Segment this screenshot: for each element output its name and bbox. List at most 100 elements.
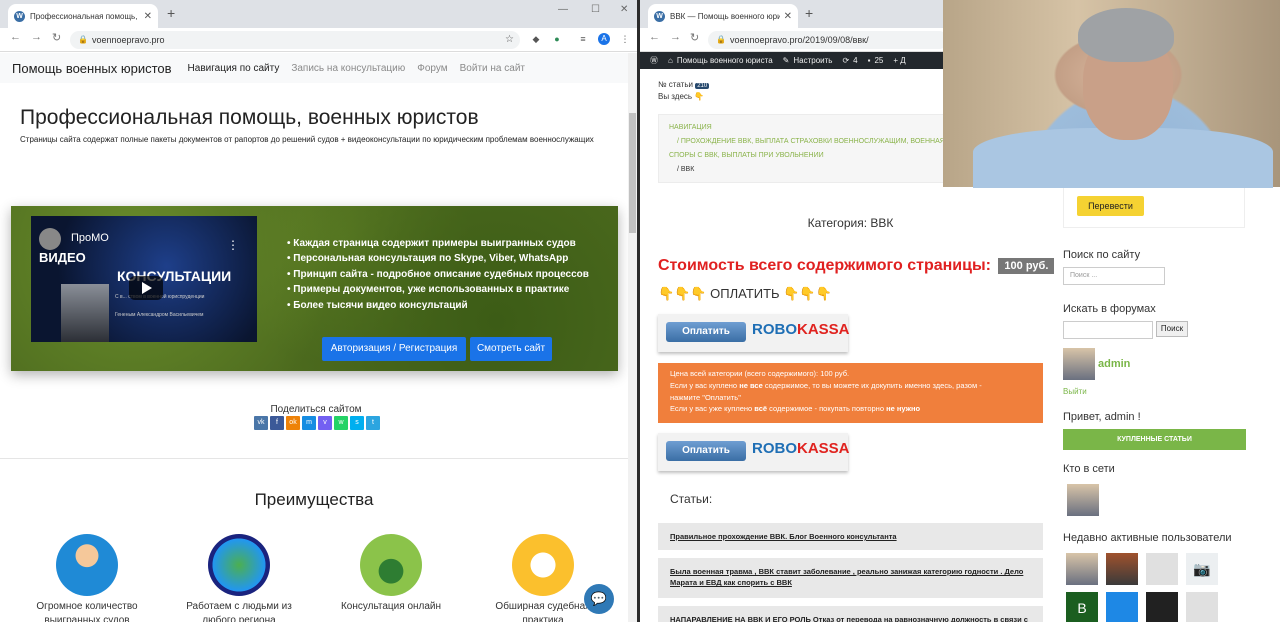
recent-user-avatar[interactable]	[1146, 592, 1178, 622]
odnoklassniki-icon[interactable]: ok	[286, 416, 300, 430]
article-number-label: № статьи	[658, 80, 693, 89]
new-tab-icon[interactable]: +	[167, 5, 175, 21]
close-tab-icon[interactable]: ✕	[144, 11, 152, 22]
wordpress-icon: W	[654, 10, 665, 22]
playlist-icon[interactable]: ≡	[577, 33, 589, 45]
notice-text: всё	[754, 404, 768, 414]
scrollbar-thumb[interactable]	[629, 113, 636, 233]
minimize-icon[interactable]: —	[558, 4, 568, 15]
new-tab-icon[interactable]: +	[805, 5, 813, 21]
wordpress-logo-icon[interactable]: Ⓦ	[650, 55, 658, 66]
hero-section: Профессиональная помощь, военных юристов…	[0, 84, 628, 192]
viber-icon[interactable]: v	[318, 416, 332, 430]
article-link[interactable]: Правильное прохождение ВВК. Блог Военног…	[658, 523, 1043, 550]
you-are-here: Вы здесь 👇	[658, 92, 705, 101]
mail-ru-icon[interactable]: m	[302, 416, 316, 430]
nav-link-login[interactable]: Войти на сайт	[460, 63, 525, 74]
browser-tab[interactable]: W Профессиональная помощь, в... ✕	[8, 4, 158, 28]
facebook-icon[interactable]: f	[270, 416, 284, 430]
url-field[interactable]: 🔒 voennoepravo.pro ☆	[70, 31, 520, 49]
recent-user-avatar[interactable]	[1066, 553, 1098, 585]
translate-button[interactable]: Перевести	[1077, 196, 1144, 216]
close-window-icon[interactable]: ✕	[620, 4, 628, 15]
breadcrumb-item[interactable]: / ПРОХОЖДЕНИЕ ВВК, ВЫПЛАТА СТРАХОВКИ ВОЕ…	[669, 135, 956, 149]
back-icon[interactable]: ←	[649, 31, 660, 43]
url-field[interactable]: 🔒 voennoepravo.pro/2019/09/08/ввк/	[708, 31, 948, 49]
camera-icon[interactable]: 📷	[1186, 553, 1218, 585]
breadcrumb-item[interactable]: СПОРЫ С ВВК, ВЫПЛАТЫ ПРИ УВОЛЬНЕНИИ	[669, 149, 937, 163]
forum-search-input[interactable]	[1063, 321, 1153, 339]
video-player[interactable]: ПроМО ⋮ ВИДЕО КОНСУЛЬТАЦИИ С в... ством …	[31, 216, 257, 342]
search-title: Поиск по сайту	[1063, 249, 1141, 261]
telegram-icon[interactable]: t	[366, 416, 380, 430]
updates-count[interactable]: 4	[853, 56, 857, 65]
brush-icon: ✎	[782, 56, 790, 65]
scrollbar[interactable]	[628, 53, 637, 622]
forward-icon[interactable]: →	[31, 31, 42, 43]
browser-tab[interactable]: W ВВК — Помощь военного юрис... ✕	[648, 4, 798, 28]
auth-register-button[interactable]: Авторизация / Регистрация	[322, 337, 466, 361]
nav-link-booking[interactable]: Запись на консультацию	[291, 63, 405, 74]
robokassa-logo: ROBOKASSA	[752, 321, 850, 338]
pay-button[interactable]: Оплатить	[666, 441, 746, 461]
bought-articles-button[interactable]: КУПЛЕННЫЕ СТАТЬИ	[1063, 429, 1246, 450]
user-name[interactable]: admin	[1098, 358, 1130, 370]
play-icon[interactable]	[129, 276, 163, 300]
forward-icon[interactable]: →	[670, 31, 681, 43]
reload-icon[interactable]: ↻	[52, 31, 61, 44]
star-icon[interactable]: ☆	[505, 31, 514, 49]
forum-search-button[interactable]: Поиск	[1156, 321, 1188, 337]
recent-user-avatar[interactable]	[1186, 592, 1218, 622]
vk-icon[interactable]: vk	[254, 416, 268, 430]
tab-bar: W Профессиональная помощь, в... ✕ + — ☐ …	[0, 0, 637, 28]
reload-icon[interactable]: ↻	[690, 31, 699, 44]
skype-icon[interactable]: s	[350, 416, 364, 430]
video-presenter-photo	[61, 284, 109, 342]
price-line: Стоимость всего содержимого страницы: 10…	[658, 257, 1055, 275]
breadcrumb-title[interactable]: НАВИГАЦИЯ	[669, 121, 937, 135]
recent-user-avatar[interactable]	[1146, 553, 1178, 585]
view-site-button[interactable]: Смотреть сайт	[470, 337, 552, 361]
recent-user-avatar[interactable]: B	[1066, 592, 1098, 622]
customize-link[interactable]: Настроить	[793, 56, 832, 65]
notice-line: Если у вас куплено не все содержимое, то…	[670, 380, 1031, 392]
webcam-hair	[1078, 8, 1174, 62]
site-navbar: Помощь военных юристов Навигация по сайт…	[0, 53, 628, 83]
video-menu-icon[interactable]: ⋮	[227, 238, 239, 252]
notice-text: не все	[739, 380, 763, 390]
tab-title: ВВК — Помощь военного юрис...	[670, 11, 780, 21]
nav-link-forum[interactable]: Форум	[417, 63, 447, 74]
nav-link-navigation[interactable]: Навигация по сайту	[188, 63, 280, 74]
extension-icon[interactable]: ◆	[530, 33, 542, 45]
maximize-icon[interactable]: ☐	[591, 4, 600, 15]
document-icon	[512, 534, 574, 596]
recent-user-avatar[interactable]	[1106, 592, 1138, 622]
avatar[interactable]: A	[598, 33, 610, 45]
chat-icon[interactable]: 💬	[584, 584, 614, 614]
online-user-avatar[interactable]	[1067, 484, 1099, 516]
add-new-link[interactable]: + Д	[893, 56, 905, 65]
article-link[interactable]: НАПАРАВЛЕНИЕ НА ВВК И ЕГО РОЛЬ Отказ от …	[658, 606, 1043, 622]
pay-button[interactable]: Оплатить	[666, 322, 746, 342]
extension-icon[interactable]: ●	[551, 33, 563, 45]
close-tab-icon[interactable]: ✕	[784, 11, 792, 22]
price-notice: Цена всей категории (всего содержимого):…	[658, 363, 1043, 423]
article-link[interactable]: Была военная травма , ВВК ставит заболев…	[658, 558, 1043, 598]
webcam-overlay	[943, 0, 1280, 188]
site-brand[interactable]: Помощь военных юристов	[12, 61, 172, 76]
bullet-item: Примеры документов, уже использованных в…	[287, 282, 589, 297]
consultant-icon	[360, 534, 422, 596]
logout-link[interactable]: Выйти	[1063, 387, 1087, 396]
url-text: voennoepravo.pro	[92, 35, 165, 45]
comments-count[interactable]: 25	[874, 56, 883, 65]
search-input[interactable]: Поиск ...	[1063, 267, 1165, 285]
admin-site-name[interactable]: Помощь военного юриста	[677, 56, 773, 65]
feature-item: Огромное количество выигранных судов	[27, 534, 147, 622]
menu-icon[interactable]: ⋮	[619, 33, 631, 45]
article-number: № статьи 210	[658, 80, 710, 89]
avatar	[1063, 348, 1095, 380]
back-icon[interactable]: ←	[10, 31, 21, 43]
recent-user-avatar[interactable]	[1106, 553, 1138, 585]
whatsapp-icon[interactable]: w	[334, 416, 348, 430]
breadcrumb-current: / ВВК	[677, 166, 695, 173]
